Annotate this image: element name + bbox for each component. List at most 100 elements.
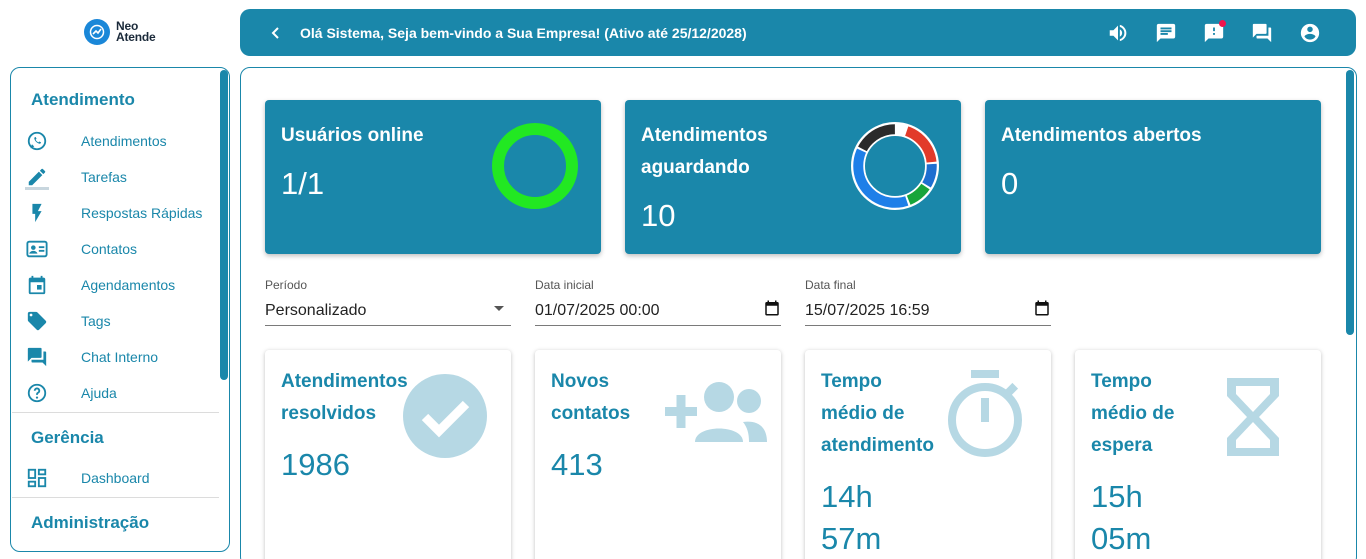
topbar-actions <box>1106 9 1322 56</box>
app-logo[interactable]: Neo Atende <box>84 19 156 45</box>
logo-line2: Atende <box>116 30 156 44</box>
stat-card-tempo-medio-espera: Tempo médio de espera 15h 05m <box>1075 350 1321 559</box>
notification-dot <box>1219 19 1226 27</box>
stat-value: 1986 <box>281 447 350 482</box>
start-date-field[interactable]: Data inicial 01/07/2025 00:00 <box>535 278 781 326</box>
stopwatch-icon <box>948 370 1022 457</box>
stat-title-line: médio de <box>1091 403 1175 424</box>
stat-card-novos-contatos: Novos contatos 413 <box>535 350 781 559</box>
sidebar-item-label: Agendamentos <box>81 277 176 293</box>
period-select-box[interactable]: Personalizado <box>265 296 511 326</box>
sidebar-item-label: Chat Interno <box>81 349 159 365</box>
stat-title-line: atendimento <box>821 435 934 456</box>
sidebar-section-gerencia: Gerência <box>31 428 104 447</box>
stat-value-line: 05m <box>1091 521 1152 556</box>
account-icon[interactable] <box>1298 21 1322 45</box>
sidebar-item-atendimentos[interactable]: Atendimentos <box>25 126 225 156</box>
stat-title-line: espera <box>1091 435 1153 456</box>
start-date-input[interactable]: 01/07/2025 00:00 <box>535 296 781 326</box>
volume-icon[interactable] <box>1106 21 1130 45</box>
check-circle-icon <box>403 374 487 458</box>
greeting-text: Olá Sistema, Seja bem-vindo a Sua Empres… <box>300 24 747 41</box>
chat-icon[interactable] <box>1154 21 1178 45</box>
sidebar-item-respostas-rapidas[interactable]: Respostas Rápidas <box>25 198 225 228</box>
sidebar-item-label: Atendimentos <box>81 133 167 149</box>
add-people-icon <box>665 382 767 442</box>
stat-value-line: 15h <box>1091 479 1143 514</box>
dashboard-icon <box>25 466 49 490</box>
stat-title-line: médio de <box>821 403 905 424</box>
kpi-title: Usuários online <box>281 125 424 146</box>
calendar-icon[interactable] <box>763 299 781 322</box>
tag-icon <box>25 309 49 333</box>
stat-card-atendimentos-resolvidos: Atendimentos resolvidos 1986 <box>265 350 511 559</box>
stat-title-line: Novos <box>551 371 610 392</box>
dropdown-arrow-icon[interactable] <box>487 296 511 325</box>
end-date-value: 15/07/2025 16:59 <box>805 301 930 319</box>
sidebar-item-tarefas[interactable]: Tarefas <box>25 162 225 192</box>
stat-title-line: Tempo <box>1091 371 1152 392</box>
alert-icon[interactable] <box>1202 19 1226 45</box>
logo-icon <box>84 19 110 45</box>
top-bar: Olá Sistema, Seja bem-vindo a Sua Empres… <box>240 9 1356 56</box>
sidebar: Atendimento Atendimentos Tarefas Respost… <box>10 67 230 552</box>
sidebar-item-label: Tags <box>81 313 111 329</box>
period-select[interactable]: Período Personalizado <box>265 278 511 326</box>
sidebar-divider <box>12 497 219 498</box>
end-date-input[interactable]: 15/07/2025 16:59 <box>805 296 1051 326</box>
main-scrollbar[interactable] <box>1346 70 1354 335</box>
calendar-icon[interactable] <box>1033 299 1051 322</box>
period-value: Personalizado <box>265 301 367 319</box>
kpi-card-atendimentos-aguardando: Atendimentos aguardando 10 <box>625 100 961 254</box>
chevron-left-icon[interactable] <box>266 23 286 43</box>
kpi-value: 0 <box>1001 166 1019 201</box>
sidebar-item-ajuda[interactable]: Ajuda <box>25 378 225 408</box>
logo-text: Neo Atende <box>116 20 156 44</box>
sidebar-item-contatos[interactable]: Contatos <box>25 234 225 264</box>
stat-title-line: Atendimentos <box>281 371 408 392</box>
kpi-card-atendimentos-abertos: Atendimentos abertos 0 <box>985 100 1321 254</box>
sidebar-section-administracao: Administração <box>31 513 150 532</box>
main-panel: Usuários online 1/1 Atendimentos aguarda… <box>240 67 1357 559</box>
start-date-value: 01/07/2025 00:00 <box>535 301 660 319</box>
stat-value-line: 14h <box>821 479 873 514</box>
kpi-value: 10 <box>641 198 676 233</box>
stat-card-tempo-medio-atendimento: Tempo médio de atendimento 14h 57m <box>805 350 1051 559</box>
app-root: Neo Atende Olá Sistema, Seja bem-vindo a… <box>0 0 1366 559</box>
sidebar-item-label: Respostas Rápidas <box>81 205 203 221</box>
calendar-icon <box>25 273 49 297</box>
stat-value-line: 57m <box>821 521 882 556</box>
kpi-value: 1/1 <box>281 166 325 201</box>
stat-title-line: Tempo <box>821 371 882 392</box>
stat-title: Novos contatos <box>551 366 630 430</box>
active-indicator <box>25 187 49 190</box>
whatsapp-icon <box>25 129 49 153</box>
stat-title-line: contatos <box>551 403 631 424</box>
end-date-field[interactable]: Data final 15/07/2025 16:59 <box>805 278 1051 326</box>
sidebar-item-tags[interactable]: Tags <box>25 306 225 336</box>
kpi-title: Atendimentos abertos <box>1001 125 1202 146</box>
kpi-title: Atendimentos aguardando <box>641 125 768 178</box>
stat-title: Tempo médio de atendimento <box>821 366 934 462</box>
sidebar-divider <box>12 412 219 413</box>
sidebar-section-atendimento: Atendimento <box>31 90 135 109</box>
sidebar-item-label: Tarefas <box>81 169 127 185</box>
sidebar-item-dashboard[interactable]: Dashboard <box>25 463 225 493</box>
help-icon <box>25 381 49 405</box>
end-date-label: Data final <box>805 278 856 292</box>
period-label: Período <box>265 278 308 292</box>
sidebar-item-agendamentos[interactable]: Agendamentos <box>25 270 225 300</box>
stat-title-line: resolvidos <box>281 403 377 424</box>
stat-title: Tempo médio de espera <box>1091 366 1174 462</box>
pencil-icon <box>25 165 49 189</box>
hourglass-icon <box>1227 378 1279 456</box>
stat-value: 14h 57m <box>821 476 881 559</box>
kpi-card-usuarios-online: Usuários online 1/1 <box>265 100 601 254</box>
start-date-label: Data inicial <box>535 278 594 292</box>
contacts-icon <box>25 237 49 261</box>
forum-icon[interactable] <box>1250 21 1274 45</box>
stat-title: Atendimentos resolvidos <box>281 366 408 430</box>
sidebar-item-chat-interno[interactable]: Chat Interno <box>25 342 225 372</box>
sidebar-item-label: Dashboard <box>81 470 150 486</box>
stat-value: 15h 05m <box>1091 476 1151 559</box>
